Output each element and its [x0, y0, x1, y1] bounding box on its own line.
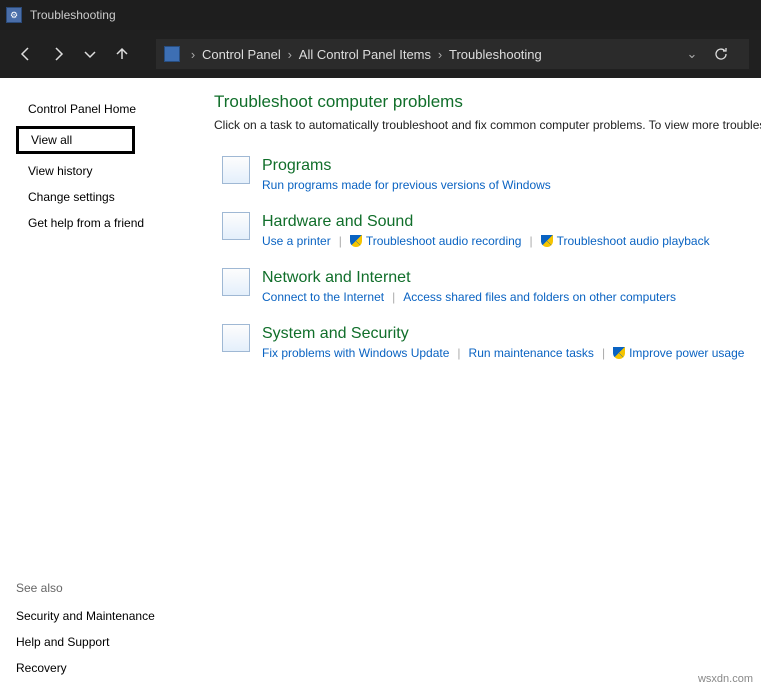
separator: | [392, 290, 395, 304]
separator: | [339, 234, 342, 248]
see-also-link[interactable]: Security and Maintenance [16, 603, 155, 629]
page-subtitle: Click on a task to automatically trouble… [214, 118, 761, 132]
sidebar-item-view-history[interactable]: View history [16, 158, 198, 184]
task-link[interactable]: Troubleshoot audio recording [350, 234, 522, 248]
sidebar-item-get-help[interactable]: Get help from a friend [16, 210, 198, 236]
task-link-label: Improve power usage [629, 346, 744, 360]
separator: | [529, 234, 532, 248]
category-title[interactable]: Network and Internet [262, 268, 761, 288]
task-link-label: Troubleshoot audio recording [366, 234, 522, 248]
up-button[interactable] [108, 40, 136, 68]
category: Network and Internet Connect to the Inter… [214, 268, 761, 304]
category-links: Fix problems with Windows Update | Run mai… [262, 346, 761, 360]
separator: | [602, 346, 605, 360]
chevron-right-icon: › [188, 47, 198, 62]
sidebar: Control Panel Home View all View history… [0, 78, 210, 689]
task-link[interactable]: Troubleshoot audio playback [541, 234, 710, 248]
shield-icon [613, 347, 625, 359]
see-also-header: See also [16, 581, 155, 595]
app-icon: ⚙ [6, 7, 22, 23]
window-title: Troubleshooting [30, 8, 116, 22]
category: System and Security Fix problems with Win… [214, 324, 761, 360]
recent-dropdown[interactable] [76, 40, 104, 68]
task-link[interactable]: Run programs made for previous versions … [262, 178, 551, 192]
task-link[interactable]: Fix problems with Windows Update [262, 346, 449, 360]
task-link[interactable]: Connect to the Internet [262, 290, 384, 304]
task-link-label: Use a printer [262, 234, 331, 248]
chevron-right-icon: › [435, 47, 445, 62]
category-title[interactable]: Programs [262, 156, 761, 176]
breadcrumb-item[interactable]: Troubleshooting [449, 47, 542, 62]
page-title: Troubleshoot computer problems [214, 92, 761, 112]
chevron-right-icon: › [285, 47, 295, 62]
category-links: Use a printer | Troubleshoot audio recordi… [262, 234, 761, 248]
forward-button[interactable] [44, 40, 72, 68]
category: Hardware and Sound Use a printer | Troubles… [214, 212, 761, 248]
arrow-left-icon [18, 46, 34, 62]
category-title[interactable]: Hardware and Sound [262, 212, 761, 232]
category-icon [222, 212, 250, 240]
address-bar[interactable]: › Control Panel › All Control Panel Item… [156, 39, 749, 69]
category-icon [222, 156, 250, 184]
category-links: Run programs made for previous versions … [262, 178, 761, 192]
refresh-button[interactable] [701, 46, 741, 62]
task-link[interactable]: Improve power usage [613, 346, 744, 360]
breadcrumb-item[interactable]: Control Panel [202, 47, 281, 62]
arrow-up-icon [114, 46, 130, 62]
watermark: wsxdn.com [698, 673, 753, 685]
task-link[interactable]: Access shared files and folders on other… [403, 290, 676, 304]
task-link-label: Run programs made for previous versions … [262, 178, 551, 192]
navbar: › Control Panel › All Control Panel Item… [0, 30, 761, 78]
category-icon [222, 268, 250, 296]
task-link-label: Troubleshoot audio playback [557, 234, 710, 248]
task-link[interactable]: Run maintenance tasks [469, 346, 594, 360]
main-panel: Troubleshoot computer problems Click on … [210, 78, 761, 689]
chevron-down-icon[interactable]: ⌄ [687, 46, 697, 62]
arrow-right-icon [50, 46, 66, 62]
back-button[interactable] [12, 40, 40, 68]
see-also-section: See also Security and Maintenance Help a… [16, 581, 155, 681]
sidebar-item-home[interactable]: Control Panel Home [16, 96, 198, 122]
task-link-label: Access shared files and folders on other… [403, 290, 676, 304]
breadcrumb-item[interactable]: All Control Panel Items [299, 47, 431, 62]
location-icon [164, 46, 180, 62]
category-icon [222, 324, 250, 352]
titlebar: ⚙ Troubleshooting [0, 0, 761, 30]
sidebar-item-view-all[interactable]: View all [16, 126, 135, 154]
task-link[interactable]: Use a printer [262, 234, 331, 248]
separator: | [457, 346, 460, 360]
task-link-label: Fix problems with Windows Update [262, 346, 449, 360]
shield-icon [350, 235, 362, 247]
content-area: Control Panel Home View all View history… [0, 78, 761, 689]
see-also-link[interactable]: Help and Support [16, 629, 155, 655]
category: Programs Run programs made for previous v… [214, 156, 761, 192]
sidebar-item-change-settings[interactable]: Change settings [16, 184, 198, 210]
refresh-icon [713, 46, 729, 62]
category-title[interactable]: System and Security [262, 324, 761, 344]
see-also-link[interactable]: Recovery [16, 655, 155, 681]
chevron-down-icon [82, 46, 98, 62]
task-link-label: Run maintenance tasks [469, 346, 594, 360]
category-links: Connect to the Internet | Access shared fi… [262, 290, 761, 304]
task-link-label: Connect to the Internet [262, 290, 384, 304]
shield-icon [541, 235, 553, 247]
